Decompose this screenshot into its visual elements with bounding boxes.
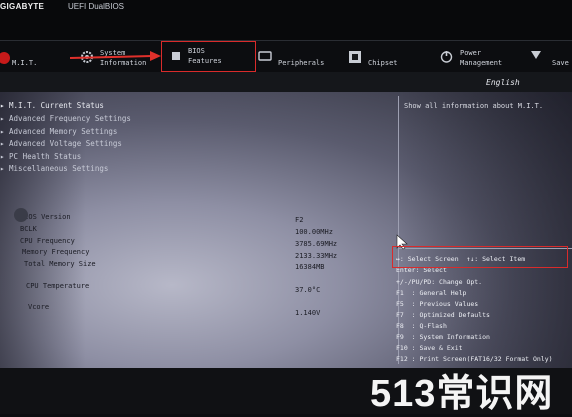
key-hint: F7 : Optimized Defaults <box>396 311 490 319</box>
info-value: 37.0°C <box>295 286 321 294</box>
info-label: Total Memory Size <box>24 260 96 268</box>
back-button[interactable] <box>14 208 28 222</box>
info-label: Memory Frequency <box>22 248 90 256</box>
key-hint: F8 : Q-Flash <box>396 322 447 330</box>
info-value: 100.00MHz <box>295 228 333 236</box>
brand-logo: GIGABYTE <box>0 2 45 11</box>
info-value: 2133.33MHz <box>295 252 338 260</box>
help-description: Show all information about M.I.T. <box>404 102 544 110</box>
info-label: BCLK <box>20 225 37 233</box>
menu-item-pc-health[interactable]: ▸ PC Health Status <box>0 152 81 162</box>
save-icon <box>531 51 541 59</box>
annotation-arrow <box>70 51 161 61</box>
key-hint: +/-/PU/PD: Change Opt. <box>396 278 483 286</box>
language-selector[interactable]: English <box>486 78 520 87</box>
info-value: 1.140V <box>295 309 321 317</box>
watermark: 513常识网 <box>370 373 554 415</box>
menu-item-advanced-memory[interactable]: ▸ Advanced Memory Settings <box>0 127 117 137</box>
menu-item-miscellaneous[interactable]: ▸ Miscellaneous Settings <box>0 164 108 174</box>
info-value: 3785.69MHz <box>295 240 338 248</box>
info-label: Vcore <box>28 303 50 311</box>
info-value: 16384MB <box>295 263 325 271</box>
product-title: UEFI DualBIOS <box>68 2 125 11</box>
mit-tab-icon <box>0 52 10 64</box>
info-label: CPU Temperature <box>26 282 90 290</box>
key-hint: F10 : Save & Exit <box>396 344 463 352</box>
info-label: CPU Frequency <box>20 237 75 245</box>
peripherals-icon <box>258 51 272 61</box>
key-hint: F9 : System Information <box>396 333 490 341</box>
highlight-box-select-keys <box>392 246 568 268</box>
top-bar: GIGABYTE UEFI DualBIOS <box>0 0 572 41</box>
menu-item-advanced-voltage[interactable]: ▸ Advanced Voltage Settings <box>0 139 122 149</box>
key-hint: F5 : Previous Values <box>396 300 479 308</box>
power-icon <box>440 51 453 63</box>
menu-item-advanced-frequency[interactable]: ▸ Advanced Frequency Settings <box>0 114 131 124</box>
key-hint: F1 : General Help <box>396 289 467 297</box>
highlight-box-bios-features <box>161 41 256 72</box>
info-value: F2 <box>295 216 304 224</box>
menu-item-mit-current-status[interactable]: ▸ M.I.T. Current Status <box>0 101 104 111</box>
chipset-icon <box>349 51 361 63</box>
